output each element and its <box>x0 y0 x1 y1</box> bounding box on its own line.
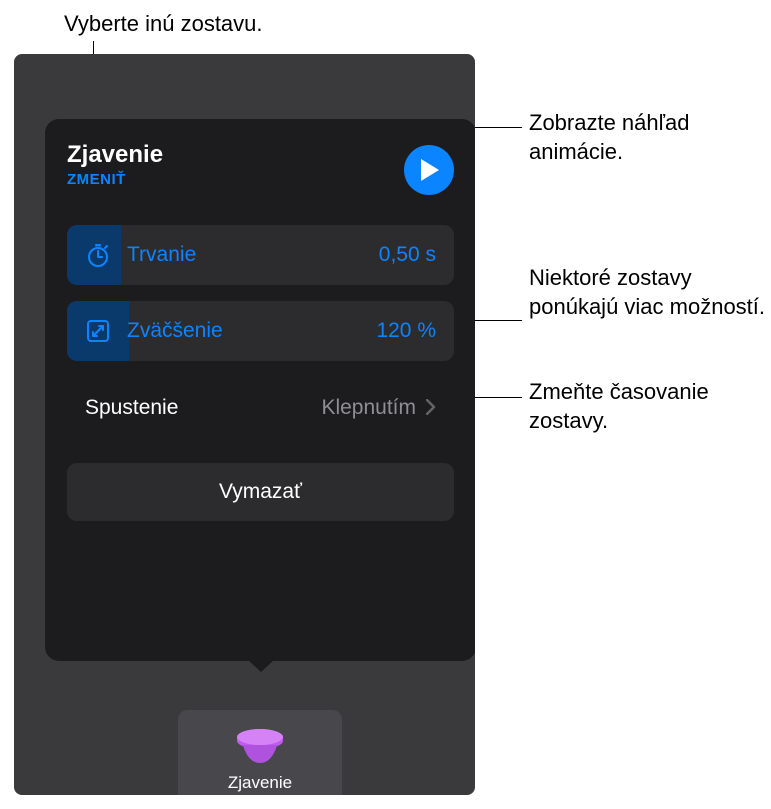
play-icon <box>421 159 441 181</box>
animation-popover: Zjavenie ZMENIŤ <box>45 119 475 661</box>
start-row[interactable]: Spustenie Klepnutím <box>67 377 454 439</box>
animation-title: Zjavenie <box>67 141 163 169</box>
start-value: Klepnutím <box>321 396 416 420</box>
change-link[interactable]: ZMENIŤ <box>67 171 163 188</box>
chevron-right-icon <box>426 395 436 421</box>
start-label: Spustenie <box>85 396 321 420</box>
expand-icon <box>85 318 111 344</box>
row-content: Zväčšenie 120 % <box>85 318 436 344</box>
popover-header: Zjavenie ZMENIŤ <box>67 141 454 195</box>
row-content: Trvanie 0,50 s <box>85 242 436 268</box>
callout-preview: Zobrazte náhľad animácie. <box>529 109 771 166</box>
preview-play-button[interactable] <box>404 145 454 195</box>
duration-row[interactable]: Trvanie 0,50 s <box>67 225 454 285</box>
callout-change: Vyberte inú zostavu. <box>64 10 263 39</box>
delete-button[interactable]: Vymazať <box>67 463 454 521</box>
settings-panel: Zjavenie ZMENIŤ <box>14 54 475 795</box>
animation-thumbnail[interactable]: Zjavenie Akcia <box>178 710 342 795</box>
duration-value: 0,50 s <box>379 243 436 267</box>
callout-timing: Zmeňte časovanie zostavy. <box>529 378 771 435</box>
header-text: Zjavenie ZMENIŤ <box>67 141 163 188</box>
thumbnail-title: Zjavenie <box>228 773 292 793</box>
scale-label: Zväčšenie <box>127 319 376 343</box>
timer-icon <box>85 242 111 268</box>
transition-icon <box>237 729 283 765</box>
scale-row[interactable]: Zväčšenie 120 % <box>67 301 454 361</box>
scale-value: 120 % <box>376 319 436 343</box>
callout-options: Niektoré zostavy ponúkajú viac možností. <box>529 264 771 321</box>
duration-label: Trvanie <box>127 243 379 267</box>
thumbnail-subtitle: Akcia <box>240 794 279 796</box>
